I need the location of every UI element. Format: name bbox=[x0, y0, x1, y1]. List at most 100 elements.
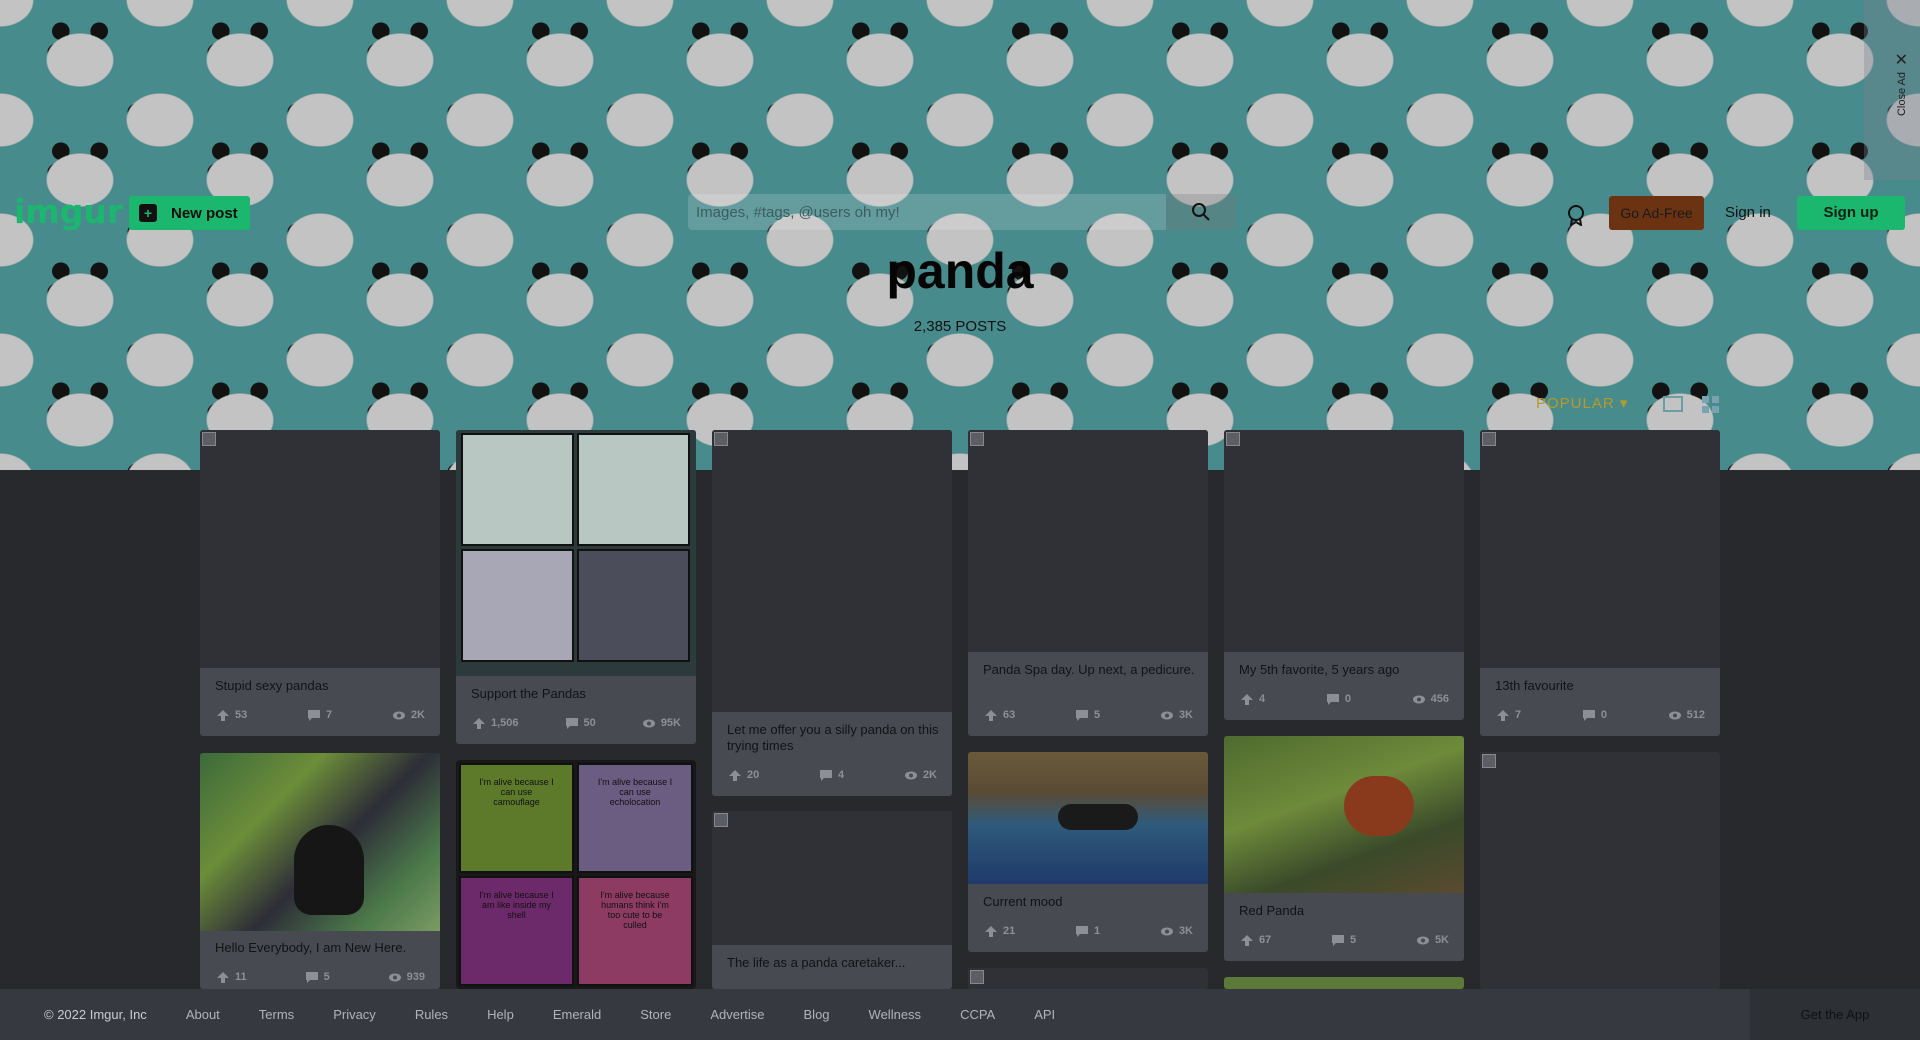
upvote-icon[interactable] bbox=[729, 769, 741, 781]
post-card[interactable]: Hello Everybody, I am New Here. 11 5 939 bbox=[200, 753, 440, 989]
post-card[interactable] bbox=[968, 968, 1208, 989]
footer-link-rules[interactable]: Rules bbox=[415, 1007, 448, 1022]
trophy-icon[interactable] bbox=[1565, 204, 1587, 226]
footer-link-help[interactable]: Help bbox=[487, 1007, 514, 1022]
view-count: 2K bbox=[922, 769, 937, 781]
footer-link-emerald[interactable]: Emerald bbox=[553, 1007, 601, 1022]
post-title[interactable]: Red Panda bbox=[1239, 903, 1452, 919]
footer-link-about[interactable]: About bbox=[186, 1007, 220, 1022]
post-image[interactable]: I'm alive because I can use camouflage I… bbox=[456, 760, 696, 989]
search-bar[interactable] bbox=[688, 194, 1236, 230]
post-card[interactable]: 13th favourite 7 0 512 bbox=[1480, 430, 1720, 736]
view-count: 95K bbox=[660, 717, 681, 729]
post-card[interactable]: Red Panda 67 5 5K bbox=[1224, 736, 1464, 961]
post-card[interactable]: Let me offer you a silly panda on this t… bbox=[712, 430, 952, 796]
post-card[interactable]: My 5th favorite, 5 years ago 4 0 456 bbox=[1224, 430, 1464, 720]
post-image[interactable] bbox=[1224, 430, 1464, 652]
footer-link-wellness[interactable]: Wellness bbox=[869, 1007, 922, 1022]
post-title[interactable]: The life as a panda caretaker... bbox=[727, 955, 940, 971]
search-input[interactable] bbox=[696, 194, 1166, 230]
comment-icon bbox=[565, 717, 578, 729]
tag-title: panda bbox=[886, 243, 1034, 299]
go-ad-free-button[interactable]: Go Ad-Free bbox=[1609, 196, 1704, 230]
post-card[interactable] bbox=[1224, 977, 1464, 989]
post-title[interactable]: Let me offer you a silly panda on this t… bbox=[727, 722, 940, 754]
search-button[interactable] bbox=[1166, 194, 1236, 230]
upvote-count: 20 bbox=[747, 769, 760, 781]
footer-link-privacy[interactable]: Privacy bbox=[333, 1007, 376, 1022]
upvote-icon[interactable] bbox=[1497, 709, 1509, 721]
post-title[interactable]: Hello Everybody, I am New Here. bbox=[215, 940, 428, 956]
upvote-icon[interactable] bbox=[985, 925, 997, 937]
grid-view-toggle[interactable] bbox=[1663, 396, 1683, 412]
post-card[interactable]: Stupid sexy pandas 53 7 2K bbox=[200, 430, 440, 736]
post-image[interactable] bbox=[712, 430, 952, 712]
upvote-stat: 67 bbox=[1241, 932, 1271, 948]
post-image[interactable] bbox=[712, 811, 952, 945]
post-title[interactable]: 13th favourite bbox=[1495, 678, 1708, 694]
post-image[interactable] bbox=[968, 430, 1208, 652]
post-card[interactable]: Support the Pandas 1,506 50 95K bbox=[456, 430, 696, 744]
post-image[interactable] bbox=[968, 752, 1208, 884]
post-stats: 4 0 456 bbox=[1241, 691, 1449, 707]
view-stat: 512 bbox=[1668, 707, 1705, 723]
footer-link-ccpa[interactable]: CCPA bbox=[960, 1007, 995, 1022]
eye-icon bbox=[388, 973, 401, 981]
footer-link-terms[interactable]: Terms bbox=[259, 1007, 294, 1022]
comment-icon bbox=[1076, 925, 1089, 937]
post-title[interactable]: My 5th favorite, 5 years ago bbox=[1239, 662, 1452, 678]
upvote-icon[interactable] bbox=[217, 971, 229, 983]
upvote-count: 67 bbox=[1259, 934, 1272, 946]
post-image[interactable] bbox=[456, 430, 696, 676]
post-card[interactable] bbox=[1480, 752, 1720, 989]
post-card[interactable]: Current mood 21 1 3K bbox=[968, 752, 1208, 952]
post-image[interactable] bbox=[1224, 736, 1464, 893]
post-card[interactable]: I'm alive because I can use camouflage I… bbox=[456, 760, 696, 989]
upvote-icon[interactable] bbox=[217, 709, 229, 721]
eye-icon bbox=[1412, 695, 1425, 703]
footer-link-store[interactable]: Store bbox=[640, 1007, 671, 1022]
post-title[interactable]: Support the Pandas bbox=[471, 686, 684, 702]
close-ad-label[interactable]: Close Ad bbox=[1896, 72, 1908, 116]
footer-link-api[interactable]: API bbox=[1034, 1007, 1055, 1022]
post-card[interactable]: The life as a panda caretaker... bbox=[712, 811, 952, 989]
post-title[interactable]: Panda Spa day. Up next, a pedicure. bbox=[983, 662, 1196, 678]
eye-icon bbox=[904, 771, 917, 779]
broken-image-icon bbox=[1226, 432, 1240, 446]
comment-count: 7 bbox=[326, 709, 333, 721]
post-image[interactable] bbox=[1480, 430, 1720, 668]
comment-count: 1 bbox=[1094, 925, 1101, 937]
view-stat: 95K bbox=[642, 715, 681, 731]
post-image[interactable] bbox=[200, 753, 440, 931]
post-title[interactable]: Stupid sexy pandas bbox=[215, 678, 428, 694]
sign-in-link[interactable]: Sign in bbox=[1725, 196, 1771, 230]
upvote-icon[interactable] bbox=[985, 709, 997, 721]
close-ad-panel[interactable]: ✕ Close Ad bbox=[1864, 0, 1920, 180]
compact-view-toggle[interactable] bbox=[1702, 396, 1720, 414]
get-the-app-button[interactable]: Get the App bbox=[1750, 989, 1920, 1040]
post-image[interactable] bbox=[200, 430, 440, 668]
comment-count: 5 bbox=[1350, 934, 1357, 946]
upvote-icon[interactable] bbox=[1241, 934, 1253, 946]
imgur-logo[interactable]: imgur bbox=[14, 192, 123, 231]
view-count: 2K bbox=[410, 709, 425, 721]
new-post-button[interactable]: + New post bbox=[129, 196, 250, 230]
comment-count: 50 bbox=[583, 717, 596, 729]
upvote-icon[interactable] bbox=[1241, 693, 1253, 705]
sort-dropdown[interactable]: POPULAR ▾ bbox=[1536, 394, 1628, 412]
upvote-stat: 21 bbox=[985, 923, 1015, 939]
footer-link-advertise[interactable]: Advertise bbox=[710, 1007, 764, 1022]
close-icon[interactable]: ✕ bbox=[1895, 50, 1908, 70]
post-card[interactable]: Panda Spa day. Up next, a pedicure. 63 5… bbox=[968, 430, 1208, 736]
upvote-icon[interactable] bbox=[473, 717, 485, 729]
upvote-stat: 4 bbox=[1241, 691, 1265, 707]
red-panda-silhouette bbox=[1344, 776, 1414, 836]
eye-icon bbox=[1668, 711, 1681, 719]
eye-icon bbox=[392, 711, 405, 719]
comment-stat: 5 bbox=[305, 969, 330, 985]
broken-image-icon bbox=[714, 813, 728, 827]
comment-count: 5 bbox=[1094, 709, 1101, 721]
sign-up-button[interactable]: Sign up bbox=[1797, 196, 1905, 230]
post-title[interactable]: Current mood bbox=[983, 894, 1196, 910]
footer-link-blog[interactable]: Blog bbox=[804, 1007, 830, 1022]
